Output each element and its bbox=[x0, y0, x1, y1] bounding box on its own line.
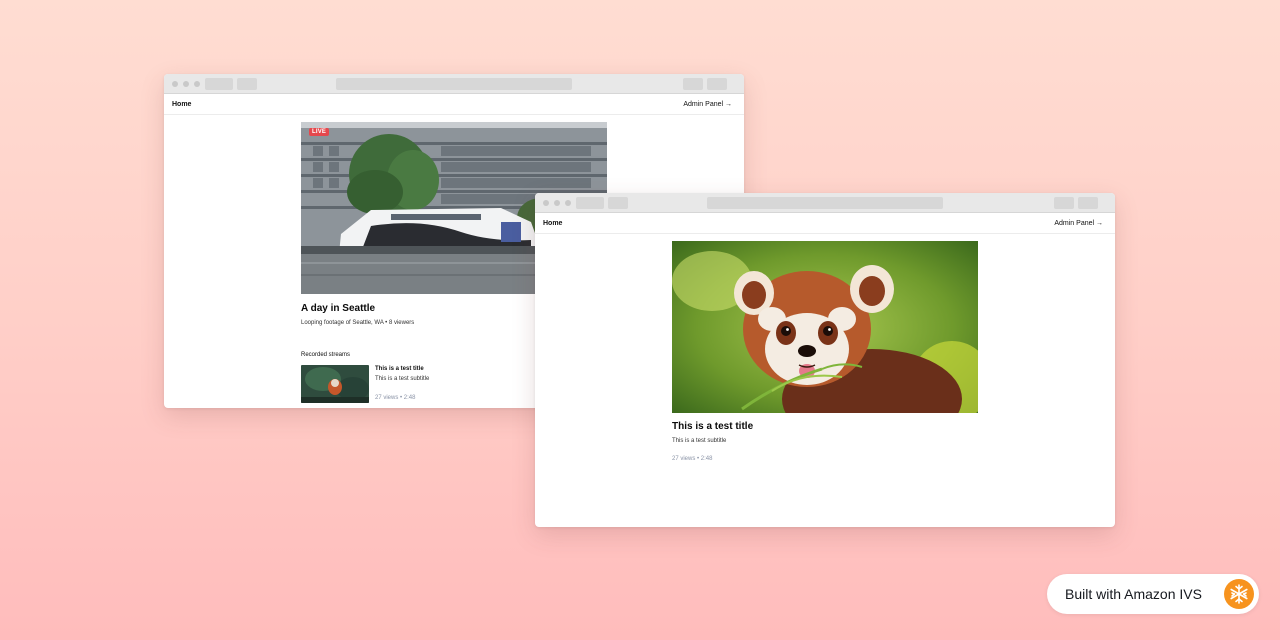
app-header: Home Admin Panel → bbox=[535, 213, 1115, 234]
recorded-video-player[interactable] bbox=[672, 241, 978, 413]
home-link[interactable]: Home bbox=[543, 220, 562, 227]
back-forward-buttons[interactable] bbox=[205, 78, 233, 90]
recorded-stream-subtitle: This is a test subtitle bbox=[375, 376, 430, 382]
stream-subtitle: Looping footage of Seattle, WA • 8 viewe… bbox=[301, 320, 415, 326]
admin-panel-link[interactable]: Admin Panel → bbox=[683, 101, 732, 108]
recorded-streams-heading: Recorded streams bbox=[301, 352, 351, 358]
thumbnail-image bbox=[301, 365, 369, 403]
red-panda-image bbox=[672, 241, 978, 413]
app-header: Home Admin Panel → bbox=[164, 94, 744, 115]
recorded-stream-title[interactable]: This is a test title bbox=[375, 366, 424, 372]
minimize-window-dot[interactable] bbox=[554, 200, 560, 206]
share-button[interactable] bbox=[1054, 197, 1074, 209]
maximize-window-dot[interactable] bbox=[194, 81, 200, 87]
close-window-dot[interactable] bbox=[172, 81, 178, 87]
recorded-stream-meta: 27 views • 2:48 bbox=[375, 395, 416, 401]
home-link[interactable]: Home bbox=[172, 101, 191, 108]
maximize-window-dot[interactable] bbox=[565, 200, 571, 206]
video-subtitle: This is a test subtitle bbox=[672, 438, 727, 444]
address-bar[interactable] bbox=[707, 197, 943, 209]
video-title: This is a test title bbox=[672, 421, 754, 432]
address-bar[interactable] bbox=[336, 78, 572, 90]
browser-chrome bbox=[535, 193, 1115, 213]
built-with-amazon-ivs-badge[interactable]: Built with Amazon IVS bbox=[1047, 574, 1259, 614]
new-tab-button[interactable] bbox=[707, 78, 727, 90]
new-tab-button[interactable] bbox=[1078, 197, 1098, 209]
video-meta: 27 views • 2:48 bbox=[672, 456, 713, 462]
live-badge: LIVE bbox=[309, 128, 330, 136]
close-window-dot[interactable] bbox=[543, 200, 549, 206]
minimize-window-dot[interactable] bbox=[183, 81, 189, 87]
sidebar-toggle-button[interactable] bbox=[237, 78, 257, 90]
front-browser-window: Home Admin Panel → This is a test title … bbox=[535, 193, 1115, 527]
amazon-ivs-logo-icon bbox=[1224, 579, 1254, 609]
share-button[interactable] bbox=[683, 78, 703, 90]
recorded-stream-thumbnail[interactable] bbox=[301, 365, 369, 403]
back-forward-buttons[interactable] bbox=[576, 197, 604, 209]
browser-chrome bbox=[164, 74, 744, 94]
admin-panel-link[interactable]: Admin Panel → bbox=[1054, 220, 1103, 227]
stream-title: A day in Seattle bbox=[301, 303, 376, 314]
badge-text: Built with Amazon IVS bbox=[1065, 586, 1202, 602]
sidebar-toggle-button[interactable] bbox=[608, 197, 628, 209]
